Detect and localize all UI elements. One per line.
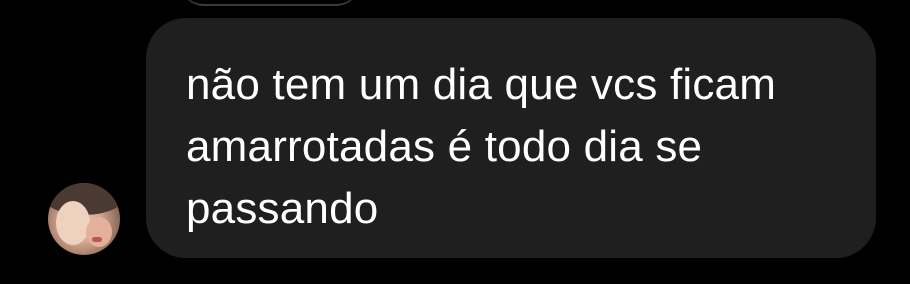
avatar-face — [86, 217, 112, 247]
message-text: não tem um dia que vcs ficam amarrotadas… — [186, 60, 777, 233]
previous-message-bubble-edge — [180, 0, 360, 6]
sender-avatar[interactable] — [48, 183, 120, 255]
message-bubble[interactable]: não tem um dia que vcs ficam amarrotadas… — [146, 18, 876, 258]
avatar-hand — [56, 201, 90, 245]
chat-thread: não tem um dia que vcs ficam amarrotadas… — [0, 0, 910, 284]
avatar-mouth — [92, 237, 102, 242]
